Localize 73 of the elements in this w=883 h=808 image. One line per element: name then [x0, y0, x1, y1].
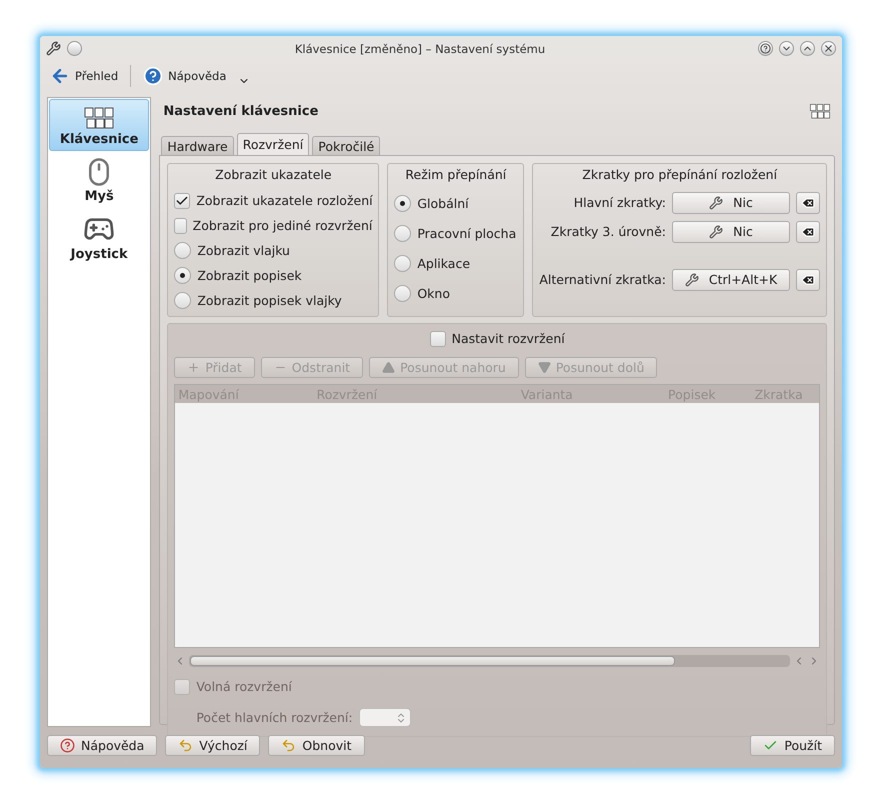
- tab[interactable]: Pokročilé: [312, 136, 380, 155]
- back-button[interactable]: Přehled: [46, 64, 122, 88]
- keyboard-icon: [809, 102, 831, 120]
- help-icon: [143, 66, 164, 86]
- tab[interactable]: Rozvržení: [236, 133, 310, 155]
- wrench-icon: [709, 224, 724, 238]
- option-label: Okno: [417, 286, 450, 300]
- group-title: Zkratky pro přepínání rozložení: [581, 167, 778, 182]
- scrollbar[interactable]: [189, 655, 790, 667]
- footer-button[interactable]: Obnovit: [268, 735, 364, 756]
- close-icon: [823, 43, 834, 54]
- minimize-button[interactable]: [779, 41, 794, 56]
- undo-icon: [178, 738, 194, 753]
- option-label: Globální: [417, 196, 469, 210]
- up-triangle-icon: [382, 361, 396, 374]
- help-icon: [60, 738, 75, 753]
- checkbox[interactable]: [174, 192, 190, 208]
- clear-icon: [801, 196, 815, 210]
- wrench-icon: [709, 196, 724, 210]
- sidebar-item[interactable]: Myš: [49, 151, 150, 207]
- clear-button[interactable]: [796, 268, 820, 290]
- option-label: Zobrazit popisek: [197, 268, 302, 283]
- sidebar-item[interactable]: Klávesnice: [49, 99, 150, 151]
- footer-button[interactable]: Nápověda: [47, 735, 158, 756]
- down-triangle-icon: [538, 361, 551, 374]
- shortcut-label: Alternativní zkratka:: [539, 272, 666, 287]
- checkbox[interactable]: [430, 330, 446, 346]
- help-icon: [760, 43, 771, 54]
- shortcut-button[interactable]: Ctrl+Alt+K: [672, 268, 790, 290]
- clear-button[interactable]: [796, 192, 820, 214]
- footer-button[interactable]: Použít: [750, 735, 835, 756]
- tab[interactable]: Hardware: [161, 136, 234, 155]
- footer-button[interactable]: Výchozí: [165, 735, 260, 756]
- option-label: Zobrazit popisek vlajky: [197, 293, 342, 308]
- group-title: Zobrazit ukazatele: [214, 167, 333, 182]
- radio-button[interactable]: [174, 267, 192, 284]
- radio-button[interactable]: [394, 254, 412, 272]
- undo-icon: [281, 738, 296, 753]
- radio-button[interactable]: [394, 194, 412, 212]
- help-button[interactable]: Nápověda: [139, 64, 230, 88]
- window-title: Klávesnice [změněno] – Nastavení systému: [294, 42, 546, 56]
- shortcut-button[interactable]: Nic: [672, 220, 790, 242]
- option-label: Zobrazit vlajku: [197, 243, 290, 258]
- plus-icon: [187, 361, 200, 374]
- option-label: Pracovní plocha: [417, 226, 516, 240]
- shortcut-button[interactable]: Nic: [672, 192, 790, 214]
- group-title: Režim přepínání: [404, 167, 508, 182]
- tools-icon[interactable]: [46, 41, 61, 56]
- page-title: Nastavení klávesnice: [163, 104, 318, 118]
- option-label: Aplikace: [417, 256, 470, 270]
- radio-button[interactable]: [174, 242, 192, 259]
- option-label: Volná rozvržení: [196, 679, 292, 694]
- shortcut-label: Zkratky 3. úrovně:: [550, 224, 666, 239]
- maximize-button[interactable]: [800, 41, 815, 56]
- option-label: Nastavit rozvržení: [452, 331, 565, 346]
- clear-button[interactable]: [796, 220, 820, 242]
- radio-button[interactable]: [394, 224, 412, 242]
- menu-button[interactable]: [67, 41, 82, 56]
- help-button[interactable]: [758, 41, 773, 56]
- option-label: Zobrazit pro jediné rozvržení: [192, 218, 372, 233]
- clear-icon: [801, 272, 815, 286]
- field-label: Počet hlavních rozvržení:: [196, 710, 353, 725]
- spin-box[interactable]: [358, 708, 411, 727]
- option-label: Zobrazit ukazatele rozložení: [196, 193, 373, 208]
- radio-button[interactable]: [174, 292, 192, 309]
- close-button[interactable]: [821, 41, 836, 56]
- sidebar-item[interactable]: Joystick: [49, 207, 150, 265]
- wrench-icon: [684, 272, 699, 286]
- shortcut-label: Hlavní zkratky:: [574, 195, 666, 210]
- radio-button[interactable]: [394, 284, 412, 302]
- checkbox[interactable]: [174, 218, 187, 234]
- keyboard-icon: [83, 106, 116, 130]
- clear-icon: [801, 224, 815, 238]
